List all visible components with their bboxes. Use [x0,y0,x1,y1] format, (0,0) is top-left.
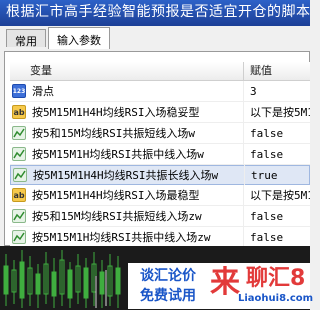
string-icon: ab [12,188,26,202]
title-bar[interactable]: 根据汇市高手经验智能预报是否适宜开仓的脚本和当符合 [0,0,310,26]
variable-cell: ab 按5M15M1H4H均线RSI入场最稳型 [10,185,244,205]
table-row[interactable]: 按5和15M均线RSI共振短线入场zw false [10,206,310,227]
variable-cell: 按5和15M均线RSI共振短线入场zw [10,206,244,226]
value-cell[interactable]: false [244,231,310,244]
variable-name: 按5M15M1H4H均线RSI入场稳妥型 [32,106,200,119]
promo-banner[interactable]: 谈汇论价 免费试用 [128,263,208,309]
column-header-value[interactable]: 赋值 [244,62,310,80]
table-row[interactable]: 按5M15M1H均线RSI共振中线入场zw false [10,227,310,248]
variable-name: 按5M15M1H4H均线RSI共振长线入场w [33,169,219,182]
value-cell[interactable]: false [244,148,310,161]
boolean-icon [12,230,26,244]
tab-input-parameters[interactable]: 输入参数 [48,27,110,49]
table-row-selected[interactable]: 按5M15M1H4H均线RSI共振长线入场w true [10,165,310,185]
tab-common[interactable]: 常用 [6,29,46,48]
value-cell[interactable]: false [244,127,310,140]
variable-cell: ab 按5M15M1H4H均线RSI入场稳妥型 [10,102,244,122]
table-row[interactable]: 123 滑点 3 [10,81,310,102]
variable-name: 按5M15M1H均线RSI共振中线入场w [32,148,204,161]
string-icon: ab [12,105,26,119]
variable-name: 按5和15M均线RSI共振短线入场w [32,127,195,140]
value-cell[interactable]: 以下是按5M15M1H4H均 [244,187,310,203]
variable-name: 按5和15M均线RSI共振短线入场zw [32,210,202,223]
variable-name: 按5M15M1H均线RSI共振中线入场zw [32,231,211,244]
number-icon: 123 [12,84,26,98]
grid-header: 变量 赋值 [10,62,310,81]
boolean-icon [12,147,26,161]
parameters-grid: 变量 赋值 123 滑点 3 ab 按5M15M1H4H均线RSI入场稳妥型 以… [10,62,310,248]
variable-cell: 按5M15M1H均线RSI共振中线入场zw [10,227,244,247]
tab-strip: 常用 输入参数 [6,27,112,51]
window-title: 根据汇市高手经验智能预报是否适宜开仓的脚本和当符合 [6,4,310,20]
logo-mark: 来 [210,265,240,300]
variable-cell: 123 滑点 [10,81,244,101]
value-cell[interactable]: 3 [244,85,310,98]
logo-url: Liaohui8.com [238,293,314,304]
logo-name: 聊汇8 [246,266,306,291]
table-row[interactable]: ab 按5M15M1H4H均线RSI入场稳妥型 以下是按5M15M1H4H均 [10,102,310,123]
variable-cell: 按5和15M均线RSI共振短线入场w [10,123,244,143]
table-row[interactable]: ab 按5M15M1H4H均线RSI入场最稳型 以下是按5M15M1H4H均 [10,185,310,206]
boolean-icon [12,209,26,223]
promo-line-1: 谈汇论价 [140,268,196,284]
table-row[interactable]: 按5和15M均线RSI共振短线入场w false [10,123,310,144]
variable-name: 按5M15M1H4H均线RSI入场最稳型 [32,189,200,202]
table-row[interactable]: 按5M15M1H均线RSI共振中线入场w false [10,144,310,165]
variable-cell: 按5M15M1H均线RSI共振中线入场w [10,144,244,164]
value-cell[interactable]: true [245,169,309,182]
boolean-icon [12,126,26,140]
value-cell[interactable]: 以下是按5M15M1H4H均 [244,104,310,120]
value-cell[interactable]: false [244,210,310,223]
boolean-icon [13,168,27,182]
site-logo[interactable]: 来 聊汇8 Liaohui8.com [208,263,314,309]
variable-name: 滑点 [32,85,54,98]
column-header-variable[interactable]: 变量 [10,62,244,80]
variable-cell: 按5M15M1H4H均线RSI共振长线入场w [11,165,245,185]
promo-line-2: 免费试用 [140,288,196,304]
